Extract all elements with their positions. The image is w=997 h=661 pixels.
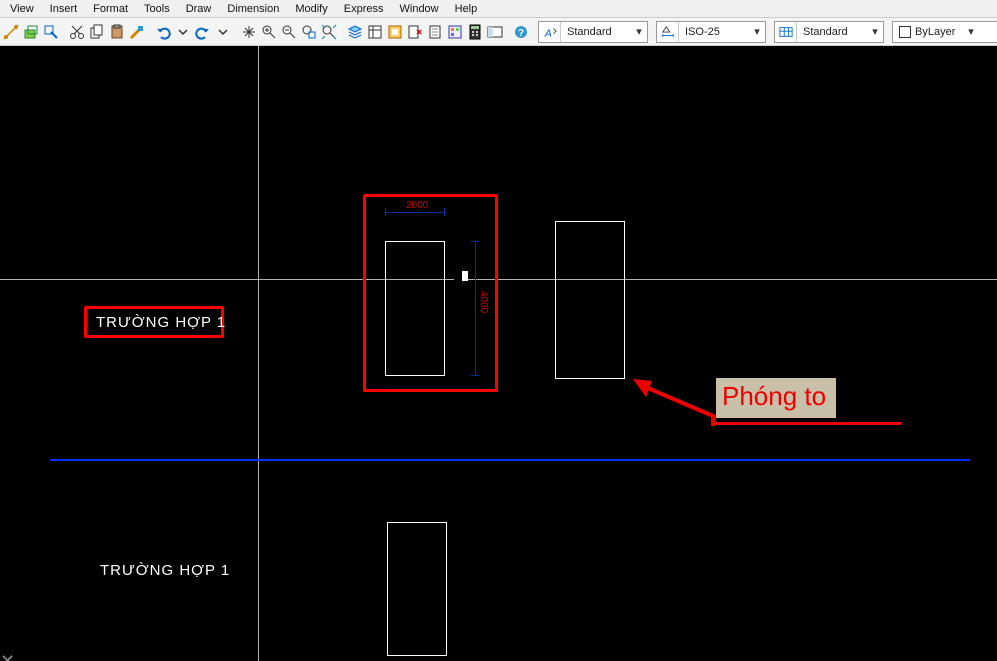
zoom-out-icon[interactable] <box>280 22 298 42</box>
cad-rectangle-scaled <box>555 221 625 379</box>
distance-icon[interactable] <box>2 22 20 42</box>
menu-view[interactable]: View <box>2 2 42 16</box>
xref-icon[interactable] <box>406 22 424 42</box>
svg-text:A: A <box>543 27 551 39</box>
ucs-icon: ✕ <box>0 651 15 661</box>
menu-dimension[interactable]: Dimension <box>219 2 287 16</box>
zoom-in-icon[interactable] <box>260 22 278 42</box>
main-toolbar: ? A Standard ▾ ISO-25 ▾ Standard ▾ ByLay… <box>0 18 997 46</box>
case-label-2: TRƯỜNG HỢP 1 <box>100 562 230 579</box>
table-style-value: Standard <box>797 26 867 38</box>
help-icon[interactable]: ? <box>512 22 530 42</box>
annotation-label: Phóng to <box>716 378 836 418</box>
color-swatch-icon <box>899 26 911 38</box>
text-style-value: Standard <box>561 26 631 38</box>
chevron-down-icon[interactable] <box>174 22 192 42</box>
menu-insert[interactable]: Insert <box>42 2 86 16</box>
layer-color-dropdown[interactable]: ByLayer ▾ <box>892 21 997 43</box>
dim-style-dropdown[interactable]: ISO-25 ▾ <box>656 21 766 43</box>
menu-modify[interactable]: Modify <box>287 2 335 16</box>
blue-separator-line <box>50 459 970 461</box>
table-style-dropdown[interactable]: Standard ▾ <box>774 21 884 43</box>
table-style-icon <box>775 22 797 42</box>
layer-color-value: ByLayer <box>915 26 955 38</box>
sheet-icon[interactable] <box>426 22 444 42</box>
dim-style-value: ISO-25 <box>679 26 749 38</box>
match-icon[interactable] <box>128 22 146 42</box>
zoom-window-icon[interactable] <box>300 22 318 42</box>
pan-icon[interactable] <box>240 22 258 42</box>
menu-help[interactable]: Help <box>447 2 486 16</box>
cursor-icon <box>454 271 468 281</box>
text-style-dropdown[interactable]: A Standard ▾ <box>538 21 648 43</box>
crosshair-horizontal <box>0 279 997 280</box>
block-icon[interactable] <box>386 22 404 42</box>
layers-icon[interactable] <box>346 22 364 42</box>
annotation-underline <box>716 422 901 425</box>
dim-style-icon <box>657 22 679 42</box>
annotation-arrow <box>628 371 718 431</box>
cut-icon[interactable] <box>68 22 86 42</box>
chevron-down-icon: ▾ <box>749 25 765 38</box>
annotation-text: Phóng to <box>722 381 826 411</box>
chevron-down-icon[interactable] <box>214 22 232 42</box>
drawing-canvas[interactable]: 2000 4000 TRƯỜNG HỢP 1 TRƯỜNG HỢP 1 Phón… <box>0 46 997 661</box>
design-center-icon[interactable] <box>486 22 504 42</box>
qselect-icon[interactable] <box>42 22 60 42</box>
zoom-extents-icon[interactable] <box>320 22 338 42</box>
svg-text:?: ? <box>518 28 524 39</box>
crosshair-vertical <box>258 46 259 661</box>
case-label-1: TRƯỜNG HỢP 1 <box>96 314 226 331</box>
menu-draw[interactable]: Draw <box>178 2 220 16</box>
highlight-box-rect <box>363 194 498 392</box>
chevron-down-icon: ▾ <box>867 25 883 38</box>
menu-window[interactable]: Window <box>392 2 447 16</box>
menu-bar: View Insert Format Tools Draw Dimension … <box>0 0 997 18</box>
menu-format[interactable]: Format <box>85 2 136 16</box>
properties-icon[interactable] <box>366 22 384 42</box>
undo-icon[interactable] <box>154 22 172 42</box>
tool-palette-icon[interactable] <box>446 22 464 42</box>
paste-icon[interactable] <box>108 22 126 42</box>
calculator-icon[interactable] <box>466 22 484 42</box>
text-style-icon: A <box>539 22 561 42</box>
chevron-down-icon: ▾ <box>963 25 979 38</box>
cad-rectangle-bottom <box>387 522 447 656</box>
area-icon[interactable] <box>22 22 40 42</box>
copy-icon[interactable] <box>88 22 106 42</box>
menu-tools[interactable]: Tools <box>136 2 178 16</box>
redo-icon[interactable] <box>194 22 212 42</box>
menu-express[interactable]: Express <box>336 2 392 16</box>
chevron-down-icon: ▾ <box>631 25 647 38</box>
